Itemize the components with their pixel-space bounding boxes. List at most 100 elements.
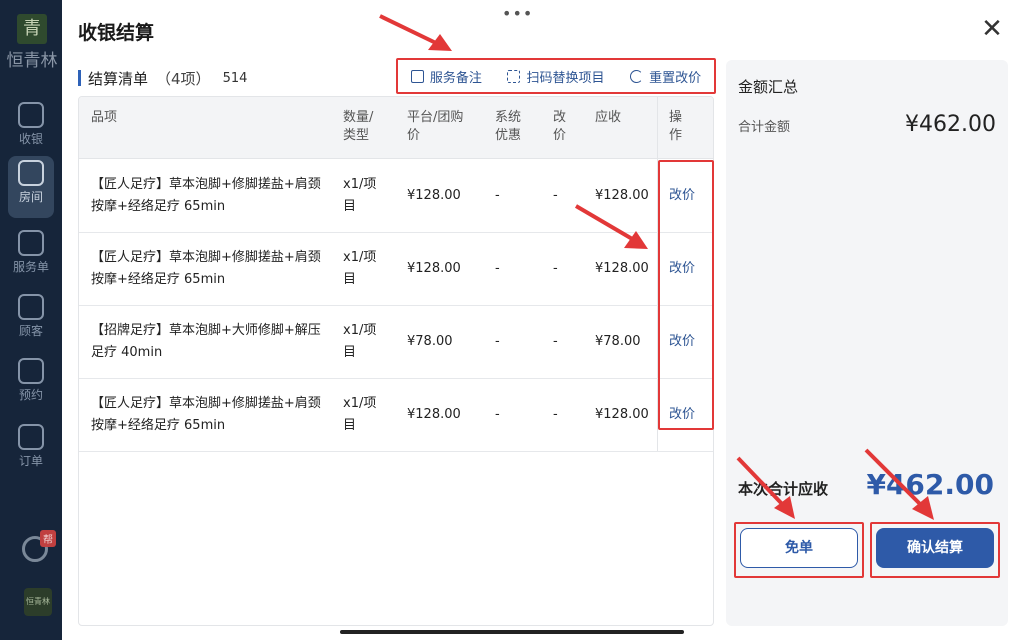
section-marker [78, 70, 81, 86]
col-header-price-line1: 平台/团购 [407, 110, 464, 125]
close-icon[interactable]: ✕ [978, 16, 1006, 44]
modal-title: 收银结算 [78, 22, 155, 44]
item-discount: - [495, 334, 500, 349]
sidebar-item-order[interactable]: 订单 [8, 420, 54, 482]
col-header-qty-line2: 类型 [343, 128, 370, 143]
item-qty-line2: 目 [343, 199, 357, 214]
item-qty: x1/项目 [343, 393, 383, 437]
sidebar-item-service-order[interactable]: 服务单 [8, 226, 54, 288]
table-row: 【匠人足疗】草本泡脚+修脚搓盐+肩颈按摩+经络足疗 65min x1/项目 ¥1… [79, 160, 713, 233]
service-note-button[interactable]: 服务备注 [410, 67, 482, 86]
item-qty-line2: 目 [343, 418, 357, 433]
col-header-discount-line1: 系统 [495, 110, 522, 125]
sidebar-item-label: 收银 [18, 132, 43, 146]
col-header-due: 应收 [595, 110, 622, 125]
item-qty: x1/项目 [343, 247, 383, 291]
item-discount: - [495, 261, 500, 276]
col-header-qty: 数量/ 类型 [343, 109, 373, 145]
brand-logo: 青 [17, 14, 47, 44]
item-discount: - [495, 407, 500, 422]
item-name: 【匠人足疗】草本泡脚+修脚搓盐+肩颈按摩+经络足疗 65min [91, 396, 321, 433]
scan-icon [507, 69, 521, 83]
item-price: ¥78.00 [407, 334, 453, 349]
order-icon [18, 424, 44, 450]
item-price: ¥128.00 [407, 407, 461, 422]
app-sidebar: 青 恒青林 收银 房间 服务单 顾客 预约 订单 帮 恒青林 [0, 0, 62, 640]
summary-title: 金额汇总 [738, 78, 799, 96]
subtotal-label: 合计金额 [738, 120, 791, 135]
checkout-table: 品项 数量/ 类型 平台/团购 价 系统 优惠 改 价 应收 操 作 【匠人足疗… [78, 96, 714, 626]
item-qty-line1: x1/项 [343, 323, 377, 338]
sidebar-item-label: 预约 [18, 388, 43, 402]
sidebar-item-label: 房间 [18, 190, 43, 204]
col-header-discount: 系统 优惠 [495, 109, 521, 145]
subtotal-value: ¥462.00 [905, 112, 996, 137]
col-header-price-line2: 价 [407, 128, 421, 143]
item-qty: x1/项目 [343, 174, 383, 218]
item-price: ¥128.00 [407, 261, 461, 276]
item-name: 【匠人足疗】草本泡脚+修脚搓盐+肩颈按摩+经络足疗 65min [91, 250, 321, 287]
sidebar-item-booking[interactable]: 预约 [8, 354, 54, 416]
order-number: 514 [222, 70, 248, 86]
reset-price-button[interactable]: 重置改价 [630, 67, 701, 86]
checkout-list-header: 结算清单 （4项） 514 [78, 68, 247, 88]
item-discount: - [495, 188, 500, 203]
service-note-label: 服务备注 [429, 70, 482, 86]
sidebar-item-customer[interactable]: 顾客 [8, 290, 54, 352]
scan-replace-label: 扫码替换项目 [526, 70, 605, 86]
col-header-platform-price: 平台/团购 价 [407, 109, 463, 145]
table-row: 【匠人足疗】草本泡脚+修脚搓盐+肩颈按摩+经络足疗 65min x1/项目 ¥1… [79, 379, 713, 452]
item-qty-line1: x1/项 [343, 250, 377, 265]
item-adjust: - [553, 407, 558, 422]
refresh-icon [630, 69, 644, 83]
item-due: ¥78.00 [595, 334, 641, 349]
brand: 青 恒青林 [4, 14, 60, 71]
brand-name: 恒青林 [6, 51, 58, 71]
help-badge: 帮 [40, 530, 56, 547]
col-header-discount-line2: 优惠 [495, 128, 522, 143]
free-order-button[interactable]: 免单 [740, 528, 858, 568]
table-row: 【招牌足疗】草本泡脚+大师修脚+解压足疗 40min x1/项目 ¥78.00 … [79, 306, 713, 379]
item-due: ¥128.00 [595, 188, 649, 203]
list-toolbar: 服务备注 扫码替换项目 重置改价 [396, 58, 716, 94]
item-due: ¥128.00 [595, 261, 649, 276]
item-qty-line2: 目 [343, 272, 357, 287]
col-header-qty-line1: 数量/ [343, 110, 374, 125]
store-logo: 恒青林 [24, 588, 52, 616]
total-due-label: 本次合计应收 [738, 480, 829, 498]
item-qty-line1: x1/项 [343, 177, 377, 192]
cashier-icon [18, 102, 44, 128]
item-qty: x1/项目 [343, 320, 383, 364]
item-adjust: - [553, 188, 558, 203]
col-header-item: 品项 [91, 110, 118, 125]
calendar-icon [18, 358, 44, 384]
sidebar-item-label: 顾客 [18, 324, 43, 338]
checkout-modal: ••• 收银结算 ✕ 结算清单 （4项） 514 服务备注 扫码替换项目 重置改… [62, 0, 1024, 640]
confirm-checkout-button[interactable]: 确认结算 [876, 528, 994, 568]
annotation-box-adjust-column [658, 160, 714, 430]
sidebar-item-label: 服务单 [12, 260, 49, 274]
sidebar-item-cashier[interactable]: 收银 [8, 98, 54, 160]
customer-icon [18, 294, 44, 320]
edit-note-icon [410, 69, 424, 83]
item-name: 【匠人足疗】草本泡脚+修脚搓盐+肩颈按摩+经络足疗 65min [91, 177, 321, 214]
total-due-value: ¥462.00 [866, 468, 994, 501]
table-header: 品项 数量/ 类型 平台/团购 价 系统 优惠 改 价 应收 操 作 [79, 97, 713, 159]
reset-price-label: 重置改价 [649, 70, 702, 86]
item-adjust: - [553, 261, 558, 276]
sidebar-item-room[interactable]: 房间 [8, 156, 54, 218]
item-count: （4项） [156, 69, 211, 88]
item-qty-line1: x1/项 [343, 396, 377, 411]
home-indicator [340, 630, 684, 634]
table-row: 【匠人足疗】草本泡脚+修脚搓盐+肩颈按摩+经络足疗 65min x1/项目 ¥1… [79, 233, 713, 306]
drag-handle-icon[interactable]: ••• [502, 4, 533, 23]
sidebar-item-label: 订单 [18, 454, 43, 468]
item-name: 【招牌足疗】草本泡脚+大师修脚+解压足疗 40min [91, 323, 321, 360]
col-header-adjust-line1: 改 [553, 110, 567, 125]
scan-replace-button[interactable]: 扫码替换项目 [507, 67, 604, 86]
service-order-icon [18, 230, 44, 256]
item-adjust: - [553, 334, 558, 349]
item-price: ¥128.00 [407, 188, 461, 203]
item-due: ¥128.00 [595, 407, 649, 422]
item-qty-line2: 目 [343, 345, 357, 360]
